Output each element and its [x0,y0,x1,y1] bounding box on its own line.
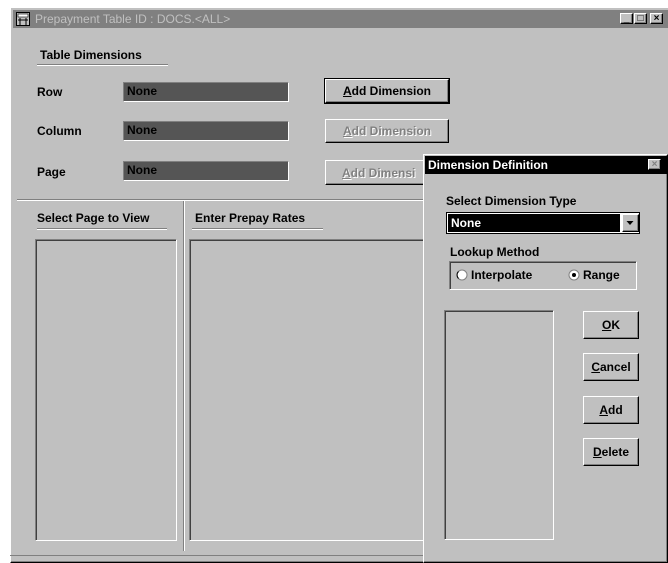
column-label: Column [37,124,82,138]
radio-interpolate-label: Interpolate [471,268,533,282]
app-icon [16,12,30,26]
ok-accel: O [601,318,612,332]
close-button[interactable]: × [650,13,663,24]
add-button[interactable]: Add [583,396,639,424]
maximize-button[interactable]: □ [634,13,647,24]
prepay-rates-heading: Enter Prepay Rates [192,211,323,229]
row-label: Row [37,85,63,99]
ok-button[interactable]: OK [583,311,639,339]
dialog-close-icon: × [651,159,658,170]
delete-button[interactable]: Delete [583,438,639,466]
dimension-type-value-box: None [448,214,620,232]
cancel-accel: C [591,360,600,374]
page-label: Page [37,165,66,179]
add-row-dimension-label: dd Dimension [351,84,431,98]
delete-accel: D [592,445,602,459]
main-window-title: Prepayment Table ID : DOCS.<ALL> [35,12,231,26]
maximize-icon: □ [637,13,644,24]
dimension-values-list[interactable] [444,310,554,540]
dialog-close-button[interactable]: × [648,159,661,170]
close-icon: × [653,13,660,24]
ok-label: K [611,318,620,332]
page-list[interactable] [35,239,177,541]
add-column-dimension-accel: A [342,124,352,138]
row-dimension-field: None [123,82,289,102]
add-column-dimension-button[interactable]: Add Dimension [325,119,449,143]
add-row-dimension-accel: A [342,84,352,98]
column-dimension-field: None [123,121,289,141]
radio-range[interactable]: Range [568,268,620,282]
page-dimension-field: None [123,161,289,181]
main-title-bar[interactable]: Prepayment Table ID : DOCS.<ALL> _ □ × [13,10,668,28]
radio-range-label: Range [583,268,620,282]
add-page-dimension-accel: A [342,165,351,180]
radio-selected-icon [568,269,580,281]
table-dimensions-heading: Table Dimensions [37,48,168,65]
dimension-type-dropdown-button[interactable] [622,214,639,232]
select-page-heading: Select Page to View [37,211,167,229]
lookup-method-label: Lookup Method [450,245,540,259]
dialog-title-bar[interactable]: Dimension Definition × [425,156,668,174]
radio-unselected-icon [456,269,468,281]
add-page-dimension-label: dd Dimensi [350,165,416,180]
cancel-label: ancel [599,360,631,374]
add-column-dimension-label: dd Dimension [351,124,431,138]
dimension-type-value: None [451,216,481,230]
add-label: dd [608,403,623,417]
divider [17,199,427,200]
prepay-rates-grid[interactable] [189,239,434,541]
minimize-icon: _ [623,13,630,24]
main-window-bottom-edge [10,555,430,556]
select-type-label: Select Dimension Type [446,194,577,208]
radio-interpolate[interactable]: Interpolate [456,268,532,282]
cancel-button[interactable]: Cancel [583,353,639,381]
add-row-dimension-button[interactable]: Add Dimension [324,78,450,104]
minimize-button[interactable]: _ [620,13,633,24]
dialog-title: Dimension Definition [428,158,548,172]
dimension-type-select[interactable]: None [446,212,640,234]
delete-label: elete [601,445,630,459]
chevron-down-icon [626,221,634,225]
add-accel: A [599,403,608,417]
